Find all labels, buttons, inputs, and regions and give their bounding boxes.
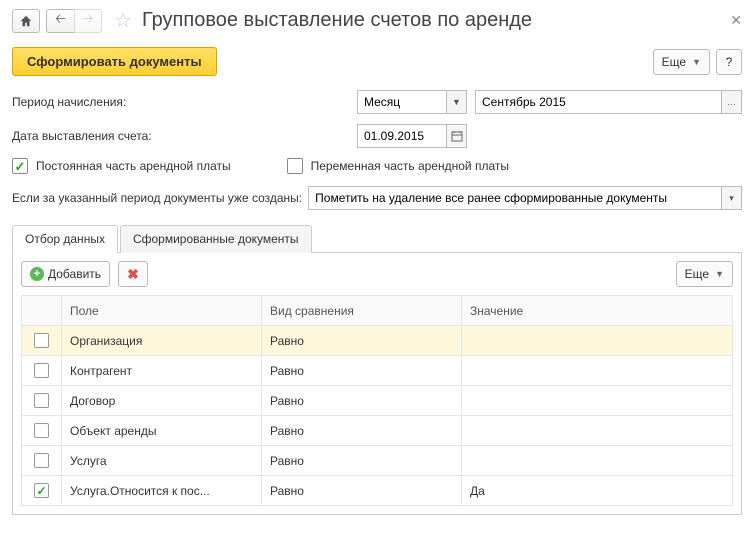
help-button[interactable]: ?: [716, 49, 742, 75]
add-icon: +: [30, 267, 44, 281]
more-button[interactable]: Еще ▼: [653, 49, 710, 75]
existing-docs-action-input[interactable]: [308, 186, 722, 210]
period-label: Период начисления:: [12, 95, 357, 109]
chevron-down-icon: ▼: [715, 269, 724, 279]
table-row[interactable]: Услуга.Относится к пос...РавноДа: [22, 476, 733, 506]
add-button[interactable]: + Добавить: [21, 261, 110, 287]
cell-field[interactable]: Объект аренды: [62, 416, 262, 446]
variable-part-label: Переменная часть арендной платы: [311, 159, 509, 173]
cell-field[interactable]: Услуга: [62, 446, 262, 476]
table-row[interactable]: ДоговорРавно: [22, 386, 733, 416]
col-checkbox: [22, 296, 62, 326]
cell-compare[interactable]: Равно: [262, 476, 462, 506]
row-checkbox[interactable]: [34, 363, 49, 378]
add-label: Добавить: [48, 267, 101, 281]
cell-compare[interactable]: Равно: [262, 386, 462, 416]
filter-table: Поле Вид сравнения Значение ОрганизацияР…: [21, 295, 733, 506]
row-checkbox[interactable]: [34, 483, 49, 498]
table-row[interactable]: ОрганизацияРавно: [22, 326, 733, 356]
panel-more-label: Еще: [685, 267, 709, 281]
back-button[interactable]: 🡠: [46, 9, 74, 33]
chevron-down-icon: ▼: [692, 57, 701, 67]
col-compare: Вид сравнения: [262, 296, 462, 326]
tab-generated[interactable]: Сформированные документы: [120, 225, 312, 253]
cell-compare[interactable]: Равно: [262, 416, 462, 446]
col-field: Поле: [62, 296, 262, 326]
close-icon[interactable]: ✕: [730, 12, 742, 29]
table-row[interactable]: КонтрагентРавно: [22, 356, 733, 386]
home-button[interactable]: [12, 9, 40, 33]
cell-value[interactable]: Да: [462, 476, 733, 506]
cell-field[interactable]: Контрагент: [62, 356, 262, 386]
period-type-input[interactable]: [357, 90, 447, 114]
variable-part-checkbox[interactable]: [287, 158, 303, 174]
col-value: Значение: [462, 296, 733, 326]
forward-button[interactable]: 🡢: [74, 9, 102, 33]
cell-field[interactable]: Услуга.Относится к пос...: [62, 476, 262, 506]
existing-docs-label: Если за указанный период документы уже с…: [12, 191, 302, 205]
cell-value[interactable]: [462, 446, 733, 476]
fixed-part-checkbox[interactable]: [12, 158, 28, 174]
fixed-part-label: Постоянная часть арендной платы: [36, 159, 231, 173]
panel-more-button[interactable]: Еще ▼: [676, 261, 733, 287]
cell-compare[interactable]: Равно: [262, 326, 462, 356]
cell-field[interactable]: Организация: [62, 326, 262, 356]
date-picker-button[interactable]: [447, 124, 467, 148]
page-title: Групповое выставление счетов по аренде: [142, 9, 532, 32]
existing-docs-action-dropdown[interactable]: ▾: [722, 186, 742, 210]
row-checkbox[interactable]: [34, 423, 49, 438]
favorite-icon[interactable]: ☆: [114, 8, 132, 33]
period-value-picker[interactable]: …: [722, 90, 742, 114]
cell-value[interactable]: [462, 386, 733, 416]
delete-button[interactable]: ✖: [118, 261, 148, 287]
generate-documents-button[interactable]: Сформировать документы: [12, 47, 217, 76]
period-type-dropdown[interactable]: ▼: [447, 90, 467, 114]
date-label: Дата выставления счета:: [12, 129, 357, 143]
cell-value[interactable]: [462, 326, 733, 356]
cell-field[interactable]: Договор: [62, 386, 262, 416]
row-checkbox[interactable]: [34, 333, 49, 348]
cell-value[interactable]: [462, 356, 733, 386]
cell-value[interactable]: [462, 416, 733, 446]
row-checkbox[interactable]: [34, 393, 49, 408]
cell-compare[interactable]: Равно: [262, 356, 462, 386]
cell-compare[interactable]: Равно: [262, 446, 462, 476]
delete-icon: ✖: [127, 266, 139, 283]
period-value-input[interactable]: [475, 90, 722, 114]
date-input[interactable]: [357, 124, 447, 148]
more-label: Еще: [662, 55, 686, 69]
tab-filter[interactable]: Отбор данных: [12, 225, 118, 253]
table-row[interactable]: УслугаРавно: [22, 446, 733, 476]
table-row[interactable]: Объект арендыРавно: [22, 416, 733, 446]
row-checkbox[interactable]: [34, 453, 49, 468]
